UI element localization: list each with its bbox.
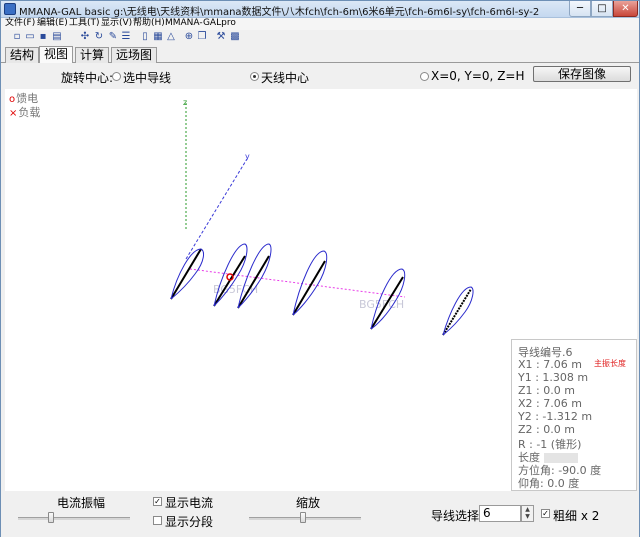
wire-info-panel: 导线编号.6 主振长度 X1 : 7.06 m Y1 : 1.308 m Z1 … bbox=[511, 339, 637, 491]
tab-view[interactable]: 视图 bbox=[39, 46, 74, 64]
z-axis-label: z bbox=[183, 98, 187, 107]
info-main-length-tag: 主振长度 bbox=[594, 359, 626, 368]
view-panel: 旋转中心: 选中导线 天线中心 X=0, Y=0, Z=H 保存图像 o馈电 ×… bbox=[1, 63, 639, 537]
wire-list-icon[interactable]: ☰ bbox=[120, 31, 132, 43]
element-2 bbox=[213, 243, 248, 307]
show-segments-label[interactable]: 显示分段 bbox=[165, 513, 213, 530]
title-bar[interactable]: MMANA-GAL basic g:\无线电\天线资料\mmana数据文件\八木… bbox=[1, 1, 639, 18]
current-amplitude-slider[interactable] bbox=[47, 512, 54, 523]
table-icon[interactable]: ▦ bbox=[152, 31, 164, 43]
save-icon[interactable]: ▪ bbox=[37, 31, 49, 43]
print-icon[interactable]: ▤ bbox=[51, 31, 63, 43]
show-current-label[interactable]: 显示电流 bbox=[165, 494, 213, 511]
y-axis-label: y bbox=[245, 152, 250, 161]
element-6-selected bbox=[442, 286, 474, 336]
rotation-center-label: 旋转中心: bbox=[61, 71, 114, 85]
spin-up-icon[interactable]: ▲ bbox=[522, 506, 533, 513]
info-x1: X1 : 7.06 m bbox=[518, 358, 582, 371]
radio-selected-wire-label[interactable]: 选中导线 bbox=[123, 69, 171, 86]
bold-lines-checkbox[interactable]: ✓ bbox=[541, 509, 550, 518]
menu-view[interactable]: 显示(V) bbox=[101, 18, 132, 29]
minimize-button[interactable]: ─ bbox=[569, 1, 591, 17]
app-icon bbox=[4, 3, 16, 15]
current-amplitude-label: 电流振幅 bbox=[57, 496, 106, 510]
show-current-checkbox[interactable]: ✓ bbox=[153, 497, 162, 506]
rotate-icon[interactable]: ↻ bbox=[93, 31, 105, 43]
wire-select-label: 导线选择 bbox=[431, 509, 480, 523]
close-button[interactable]: ✕ bbox=[613, 1, 638, 17]
radio-antenna-center-label[interactable]: 天线中心 bbox=[261, 69, 309, 86]
copy-icon[interactable]: ❐ bbox=[196, 31, 208, 43]
y-axis bbox=[185, 158, 248, 260]
radio-origin-label[interactable]: X=0, Y=0, Z=H bbox=[431, 69, 525, 83]
target-icon[interactable]: ⊕ bbox=[183, 31, 195, 43]
tab-bar: 结构 视图 计算 远场图 bbox=[1, 46, 639, 64]
triangle-icon[interactable]: △ bbox=[165, 31, 177, 43]
tools-icon[interactable]: ⚒ bbox=[215, 31, 227, 43]
tab-structure[interactable]: 结构 bbox=[5, 47, 40, 63]
tab-calculate[interactable]: 计算 bbox=[75, 47, 110, 63]
menu-edit[interactable]: 编辑(E) bbox=[37, 18, 68, 29]
menu-file[interactable]: 文件(F) bbox=[5, 18, 35, 29]
save-image-button[interactable]: 保存图像 bbox=[533, 66, 631, 82]
view-controls: 电流振幅 ✓ 显示电流 显示分段 缩放 导线选择 6 ▲ ▼ ✓ 粗细 x 2 bbox=[1, 491, 639, 537]
watermark-2: BG5FCH bbox=[359, 298, 404, 311]
maximize-button[interactable]: □ bbox=[591, 1, 613, 17]
info-elevation: 仰角: 0.0 度 bbox=[518, 477, 580, 490]
element-1-wire bbox=[170, 248, 202, 300]
toolbar: ▫ ▭ ▪ ▤ ✣ ↻ ✎ ☰ ▯ ▦ △ ⊕ ❐ ⚒ ▩ bbox=[1, 30, 639, 46]
open-file-icon[interactable]: ▭ bbox=[24, 31, 36, 43]
zoom-label: 缩放 bbox=[296, 496, 321, 510]
zoom-slider[interactable] bbox=[299, 512, 306, 523]
menu-bar: 文件(F) 编辑(E) 工具(T) 显示(V) 帮助(H) MMANA-GALp… bbox=[1, 18, 639, 30]
element-4-wire bbox=[292, 260, 326, 316]
bold-lines-label[interactable]: 粗细 x 2 bbox=[553, 507, 599, 524]
info-y1: Y1 : 1.308 m bbox=[518, 371, 589, 384]
element-6-wire bbox=[442, 288, 472, 336]
spin-down-icon[interactable]: ▼ bbox=[522, 513, 533, 520]
radio-selected-wire[interactable] bbox=[112, 72, 121, 81]
radio-origin[interactable] bbox=[420, 72, 429, 81]
new-file-icon[interactable]: ▫ bbox=[11, 31, 23, 43]
window-title: MMANA-GAL basic g:\无线电\天线资料\mmana数据文件\八木… bbox=[19, 7, 539, 18]
menu-tools[interactable]: 工具(T) bbox=[69, 18, 100, 29]
show-segments-checkbox[interactable] bbox=[153, 516, 162, 525]
wire-select-input[interactable]: 6 bbox=[479, 505, 521, 522]
tab-far-field[interactable]: 远场图 bbox=[111, 47, 158, 63]
menu-pro[interactable]: MMANA-GALpro bbox=[165, 18, 236, 29]
move-icon[interactable]: ✣ bbox=[79, 31, 91, 43]
info-y2: Y2 : -1.312 m bbox=[518, 410, 593, 423]
edit-icon[interactable]: ✎ bbox=[107, 31, 119, 43]
info-x2: X2 : 7.06 m bbox=[518, 397, 582, 410]
wire-select-spinner[interactable]: ▲ ▼ bbox=[521, 505, 534, 522]
calculator-icon[interactable]: ▩ bbox=[229, 31, 241, 43]
current-amplitude-track[interactable] bbox=[18, 517, 130, 520]
menu-help[interactable]: 帮助(H) bbox=[133, 18, 165, 29]
info-z1: Z1 : 0.0 m bbox=[518, 384, 575, 397]
rotation-options: 旋转中心: 选中导线 天线中心 X=0, Y=0, Z=H 保存图像 bbox=[1, 63, 639, 89]
info-z2: Z2 : 0.0 m bbox=[518, 423, 575, 436]
main-window: MMANA-GAL basic g:\无线电\天线资料\mmana数据文件\八木… bbox=[0, 0, 640, 537]
page-icon[interactable]: ▯ bbox=[139, 31, 151, 43]
antenna-view-canvas[interactable]: o馈电 ×负载 z y BG5FCH BG5FCH 导线编号.6 主振长度 X1… bbox=[5, 89, 637, 491]
radio-antenna-center[interactable] bbox=[250, 72, 259, 81]
